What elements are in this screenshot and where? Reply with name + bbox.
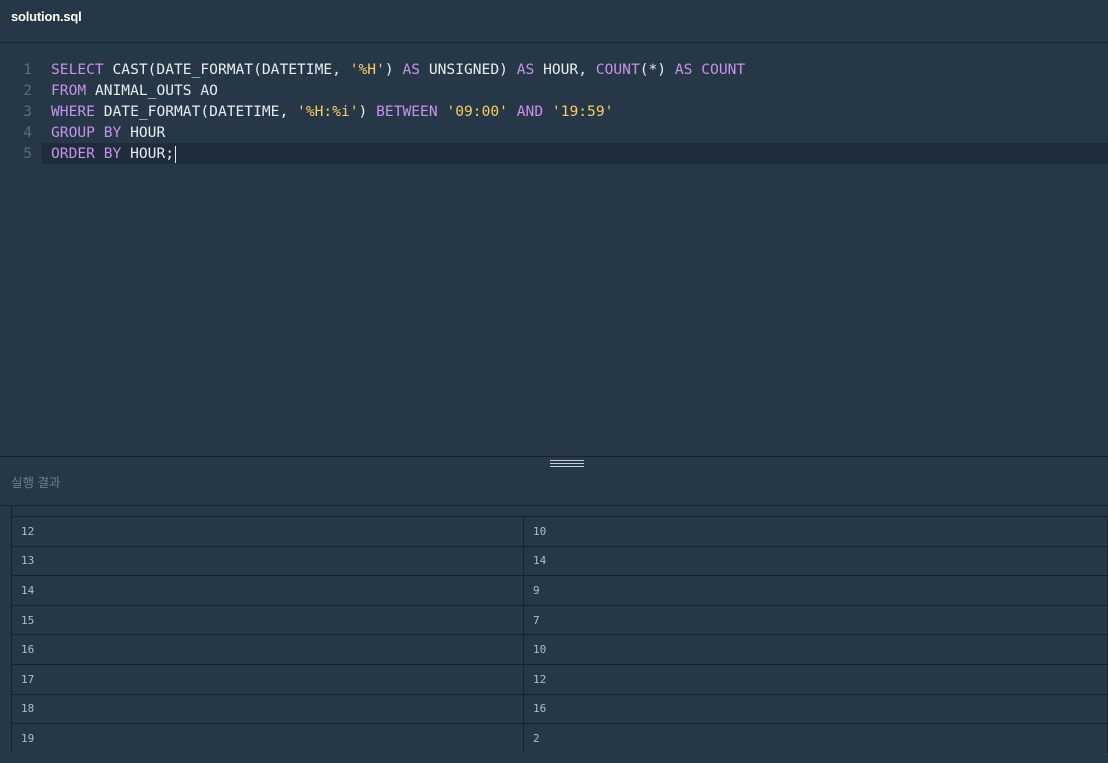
count-cell: 14 [523, 545, 1108, 577]
results-table: 12 10 13 14 14 9 15 7 16 10 17 12 18 16 19 2 [11, 516, 1108, 753]
sql-token: ) [358, 103, 377, 120]
table-row[interactable]: 19 2 [11, 723, 1108, 753]
code-text[interactable]: WHERE DATE_FORMAT(DATETIME, '%H:%i') BET… [51, 101, 613, 122]
code-line[interactable]: 1 SELECT CAST(DATE_FORMAT(DATETIME, '%H')… [0, 59, 1108, 80]
table-row[interactable]: 18 16 [11, 693, 1108, 725]
code-line[interactable]: 3 WHERE DATE_FORMAT(DATETIME, '%H:%i') BE… [0, 101, 1108, 122]
editor-tab-bar: solution.sql [0, 0, 1108, 43]
sql-string: '19:59' [551, 103, 614, 120]
line-number: 4 [23, 124, 32, 141]
line-number: 2 [23, 82, 32, 99]
table-row[interactable]: 16 10 [11, 634, 1108, 665]
code-editor[interactable]: 1 SELECT CAST(DATE_FORMAT(DATETIME, '%H')… [0, 43, 1108, 456]
code-line[interactable]: 4 GROUP BY HOUR [0, 122, 1108, 143]
code-text[interactable]: GROUP BY HOUR [51, 122, 165, 143]
table-row[interactable]: 13 14 [11, 545, 1108, 577]
hour-cell: 14 [11, 575, 524, 606]
sql-token: (*) [639, 61, 675, 78]
sql-keyword: COUNT [701, 61, 746, 78]
results-table-container[interactable]: 12 10 13 14 14 9 15 7 16 10 17 12 18 16 19 2 [11, 506, 1108, 753]
hour-cell: 13 [11, 545, 524, 577]
sql-keyword: AS [516, 61, 535, 78]
sql-token: HOUR [121, 124, 166, 141]
hour-cell: 12 [11, 516, 524, 547]
count-cell: 16 [523, 693, 1108, 725]
sql-keyword: GROUP BY [51, 124, 122, 141]
sql-string: '%H:%i' [297, 103, 359, 120]
table-row[interactable]: 14 9 [11, 575, 1108, 606]
sql-string: '09:00' [446, 103, 508, 120]
sql-keyword: ORDER BY [51, 145, 122, 162]
line-number: 5 [23, 145, 32, 162]
code-text[interactable]: FROM ANIMAL_OUTS AO [51, 80, 218, 101]
sql-keyword: BETWEEN [376, 103, 438, 120]
sql-token: ) [384, 61, 403, 78]
sql-keyword: COUNT [595, 61, 640, 78]
code-line[interactable]: 2 FROM ANIMAL_OUTS AO [0, 80, 1108, 101]
table-row[interactable]: 12 10 [11, 516, 1108, 547]
line-number: 3 [23, 103, 32, 120]
count-cell: 10 [523, 516, 1108, 547]
resize-handle-icon[interactable] [550, 460, 584, 468]
sql-keyword: AS [674, 61, 693, 78]
hour-cell: 17 [11, 663, 524, 695]
file-tab-title[interactable]: solution.sql [11, 9, 82, 24]
table-row[interactable]: 17 12 [11, 663, 1108, 695]
code-text[interactable]: SELECT CAST(DATE_FORMAT(DATETIME, '%H') … [51, 59, 745, 80]
sql-keyword: SELECT [51, 61, 104, 78]
line-number: 1 [23, 61, 32, 78]
sql-token: UNSIGNED) [420, 61, 517, 78]
hour-cell: 15 [11, 604, 524, 636]
count-cell: 2 [523, 723, 1108, 753]
count-cell: 10 [523, 634, 1108, 665]
sql-keyword: FROM [51, 82, 87, 99]
sql-keyword: WHERE [51, 103, 95, 120]
sql-token: ANIMAL_OUTS AO [86, 82, 218, 99]
code-line[interactable]: 5 ORDER BY HOUR; [23, 143, 1108, 164]
count-cell: 7 [523, 604, 1108, 636]
hour-cell: 19 [11, 723, 524, 753]
sql-token: DATE_FORMAT(DATETIME, [94, 103, 298, 120]
results-title: 실행 결과 [11, 476, 61, 490]
sql-keyword: AND [516, 103, 544, 120]
table-header-remnant [11, 506, 1108, 516]
sql-token: CAST(DATE_FORMAT(DATETIME, [103, 61, 350, 78]
sql-keyword: AS [402, 61, 421, 78]
count-cell: 9 [523, 575, 1108, 606]
code-text[interactable]: ORDER BY HOUR; [51, 143, 177, 164]
sql-token: HOUR, [534, 61, 596, 78]
text-cursor [175, 145, 177, 163]
sql-token: HOUR; [121, 145, 175, 162]
table-row[interactable]: 15 7 [11, 604, 1108, 636]
count-cell: 12 [523, 663, 1108, 695]
hour-cell: 16 [11, 634, 524, 665]
hour-cell: 18 [11, 693, 524, 725]
sql-string: '%H' [349, 61, 385, 78]
